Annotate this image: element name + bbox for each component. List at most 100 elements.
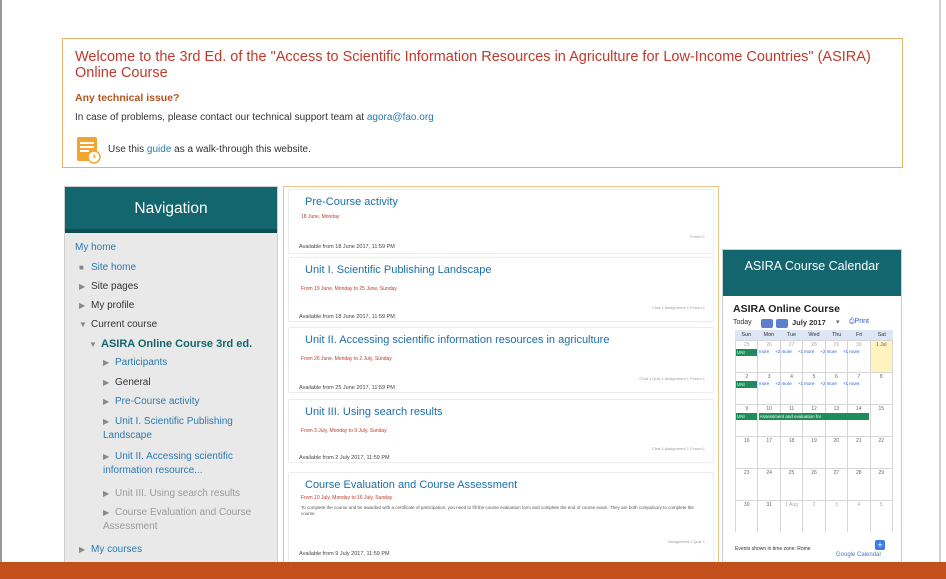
calendar-day-cell[interactable]: 23 [736,469,759,500]
calendar-day-cell[interactable]: 6 [826,373,849,404]
calendar-day-cell[interactable]: 25 [736,341,759,372]
calendar-more-link[interactable]: +1 more [753,381,770,386]
calendar-day-cell[interactable]: 21 [848,437,871,468]
calendar-day-cell[interactable]: 30 [848,341,871,372]
calendar-day-cell[interactable]: 31 [758,501,781,532]
section-title[interactable]: Course Evaluation and Course Assessment [305,479,517,491]
calendar-day-cell[interactable]: 24 [758,469,781,500]
calendar-event-assessment[interactable]: Assessment and evaluation for [758,413,870,420]
nav-item-label: Unit I. Scientific Publishing Landscape [103,416,233,441]
nav-course-name[interactable]: ▼ ASIRA Online Course 3rd ed. [89,338,252,350]
section-title[interactable]: Unit II. Accessing scientific informatio… [305,334,609,346]
calendar-more-link[interactable]: +1 more [798,381,815,386]
section-activity-links[interactable]: Chat 1 Assignment 1 Forum 1 [652,446,705,451]
calendar-day-cell[interactable]: 4 [848,501,871,532]
calendar-day-cell[interactable]: 9 [736,405,759,436]
calendar-day-cell[interactable]: 3 [758,373,781,404]
calendar-day-cell[interactable]: 17 [758,437,781,468]
nav-site-pages-label: Site pages [91,281,139,292]
nav-item-unit-3[interactable]: ▶ Unit III. Using search results [103,488,240,499]
calendar-day-cell[interactable]: 12 [803,405,826,436]
section-title[interactable]: Pre-Course activity [305,196,398,208]
calendar-day-cell[interactable]: 27 [781,341,804,372]
calendar-day-cell[interactable]: 7 [848,373,871,404]
calendar-day-cell[interactable]: 14 [848,405,871,436]
calendar-event[interactable]: UNI [736,413,757,420]
calendar-day-cell[interactable]: 8 [871,373,893,404]
calendar-more-link[interactable]: +2 more [820,381,837,386]
nav-item-evaluation[interactable]: ▶ Course Evaluation and Course Assessment [103,506,253,534]
calendar-day-cell[interactable]: 16 [736,437,759,468]
nav-item-general[interactable]: ▶ General [103,377,151,388]
calendar-day-cell[interactable]: 28 [848,469,871,500]
calendar-day-cell[interactable]: 4 [781,373,804,404]
nav-site-home[interactable]: ■ Site home [79,262,136,273]
calendar-day-cell[interactable]: 18 [781,437,804,468]
calendar-more-link[interactable]: +1 more [798,349,815,354]
google-calendar-link[interactable]: Google Calendar [836,552,881,558]
calendar-day-cell[interactable]: 1 Jul [870,341,893,372]
calendar-month-dropdown-icon[interactable]: ▾ [836,318,840,326]
section-availability: Available from 18 June 2017, 11:59 PM [299,314,395,320]
calendar-week-row: 30 31 1 Aug 2 3 4 5 [735,500,893,532]
nav-my-courses[interactable]: ▶ My courses [79,544,142,555]
calendar-day-cell[interactable]: 10 [758,405,781,436]
calendar-more-link[interactable]: +1 more [753,349,770,354]
nav-site-pages[interactable]: ▶ Site pages [79,281,138,292]
section-activity-links[interactable]: Assignment 1 Quiz 1 [668,539,705,544]
calendar-day-cell[interactable]: 13 [826,405,849,436]
section-title[interactable]: Unit I. Scientific Publishing Landscape [305,264,492,276]
calendar-day-cell[interactable]: 15 [871,405,893,436]
nav-item-participants[interactable]: ▶ Participants [103,357,167,368]
nav-item-unit-2[interactable]: ▶ Unit II. Accessing scientific informati… [103,450,253,478]
calendar-more-link[interactable]: +2 more [775,349,792,354]
section-activity-links[interactable]: Chat 1 Assignment 1 Forum 1 [652,305,705,310]
calendar-day-cell[interactable]: 26 [803,469,826,500]
calendar-day-cell[interactable]: 11 [781,405,804,436]
calendar-print-button[interactable]: ⎙Print [849,318,869,326]
nav-current-course[interactable]: ▼ Current course [79,319,157,330]
section-activity-links[interactable]: Forum 1 [690,234,705,239]
calendar-more-link[interactable]: +1 more [843,381,860,386]
calendar-next-button[interactable] [776,319,788,328]
welcome-box: Welcome to the 3rd Ed. of the "Access to… [62,38,903,168]
calendar-day-cell[interactable]: 2 [736,373,759,404]
section-activity-links[interactable]: Chat 1 Quiz 1 Assignment 1 Forum 1 [639,376,705,381]
support-email-link[interactable]: agora@fao.org [367,112,434,123]
calendar-day-cell[interactable]: 22 [871,437,893,468]
calendar-day-cell[interactable]: 3 [826,501,849,532]
course-calendar-block: ASIRA Course Calendar ASIRA Online Cours… [722,249,902,569]
nav-item-pre-course[interactable]: ▶ Pre-Course activity [103,396,199,407]
calendar-day-cell[interactable]: 19 [803,437,826,468]
calendar-more-link[interactable]: +2 more [820,349,837,354]
nav-item-label: Pre-Course activity [115,396,200,407]
calendar-day-cell[interactable]: 5 [803,373,826,404]
calendar-day-cell[interactable]: 29 [826,341,849,372]
calendar-day-cell[interactable]: 20 [826,437,849,468]
calendar-day-cell[interactable]: 27 [826,469,849,500]
calendar-more-link[interactable]: +1 more [843,349,860,354]
calendar-prev-button[interactable] [761,319,773,328]
calendar-day-cell[interactable]: 2 [803,501,826,532]
calendar-day-cell[interactable]: 28 [803,341,826,372]
calendar-more-link[interactable]: +2 more [775,381,792,386]
section-availability: Available from 9 July 2017, 11:59 PM [299,551,390,557]
section-title[interactable]: Unit III. Using search results [305,406,443,418]
section-availability: Available from 2 July 2017, 11:59 PM [299,455,390,461]
calendar-day-cell[interactable]: 30 [736,501,759,532]
section-availability: Available from 25 June 2017, 11:59 PM [299,385,395,391]
section-date: From 26 June, Monday to 2 July, Sunday [301,356,392,362]
calendar-day-cell[interactable]: 26 [758,341,781,372]
calendar-day-cell[interactable]: 1 Aug [781,501,804,532]
nav-item-unit-1[interactable]: ▶ Unit I. Scientific Publishing Landscape [103,415,253,443]
section-date: From 3 July, Monday to 9 July, Sunday [301,428,387,434]
section-availability: Available from 18 June 2017, 11:59 PM [299,244,395,250]
calendar-day-cell[interactable]: 29 [871,469,893,500]
guide-link[interactable]: guide [147,144,171,155]
calendar-today-button[interactable]: Today [733,319,752,326]
add-calendar-plus-icon[interactable]: + [875,540,885,550]
nav-my-profile[interactable]: ▶ My profile [79,300,134,311]
calendar-day-cell[interactable]: 5 [871,501,893,532]
calendar-day-cell[interactable]: 25 [781,469,804,500]
nav-my-home[interactable]: My home [75,242,116,253]
